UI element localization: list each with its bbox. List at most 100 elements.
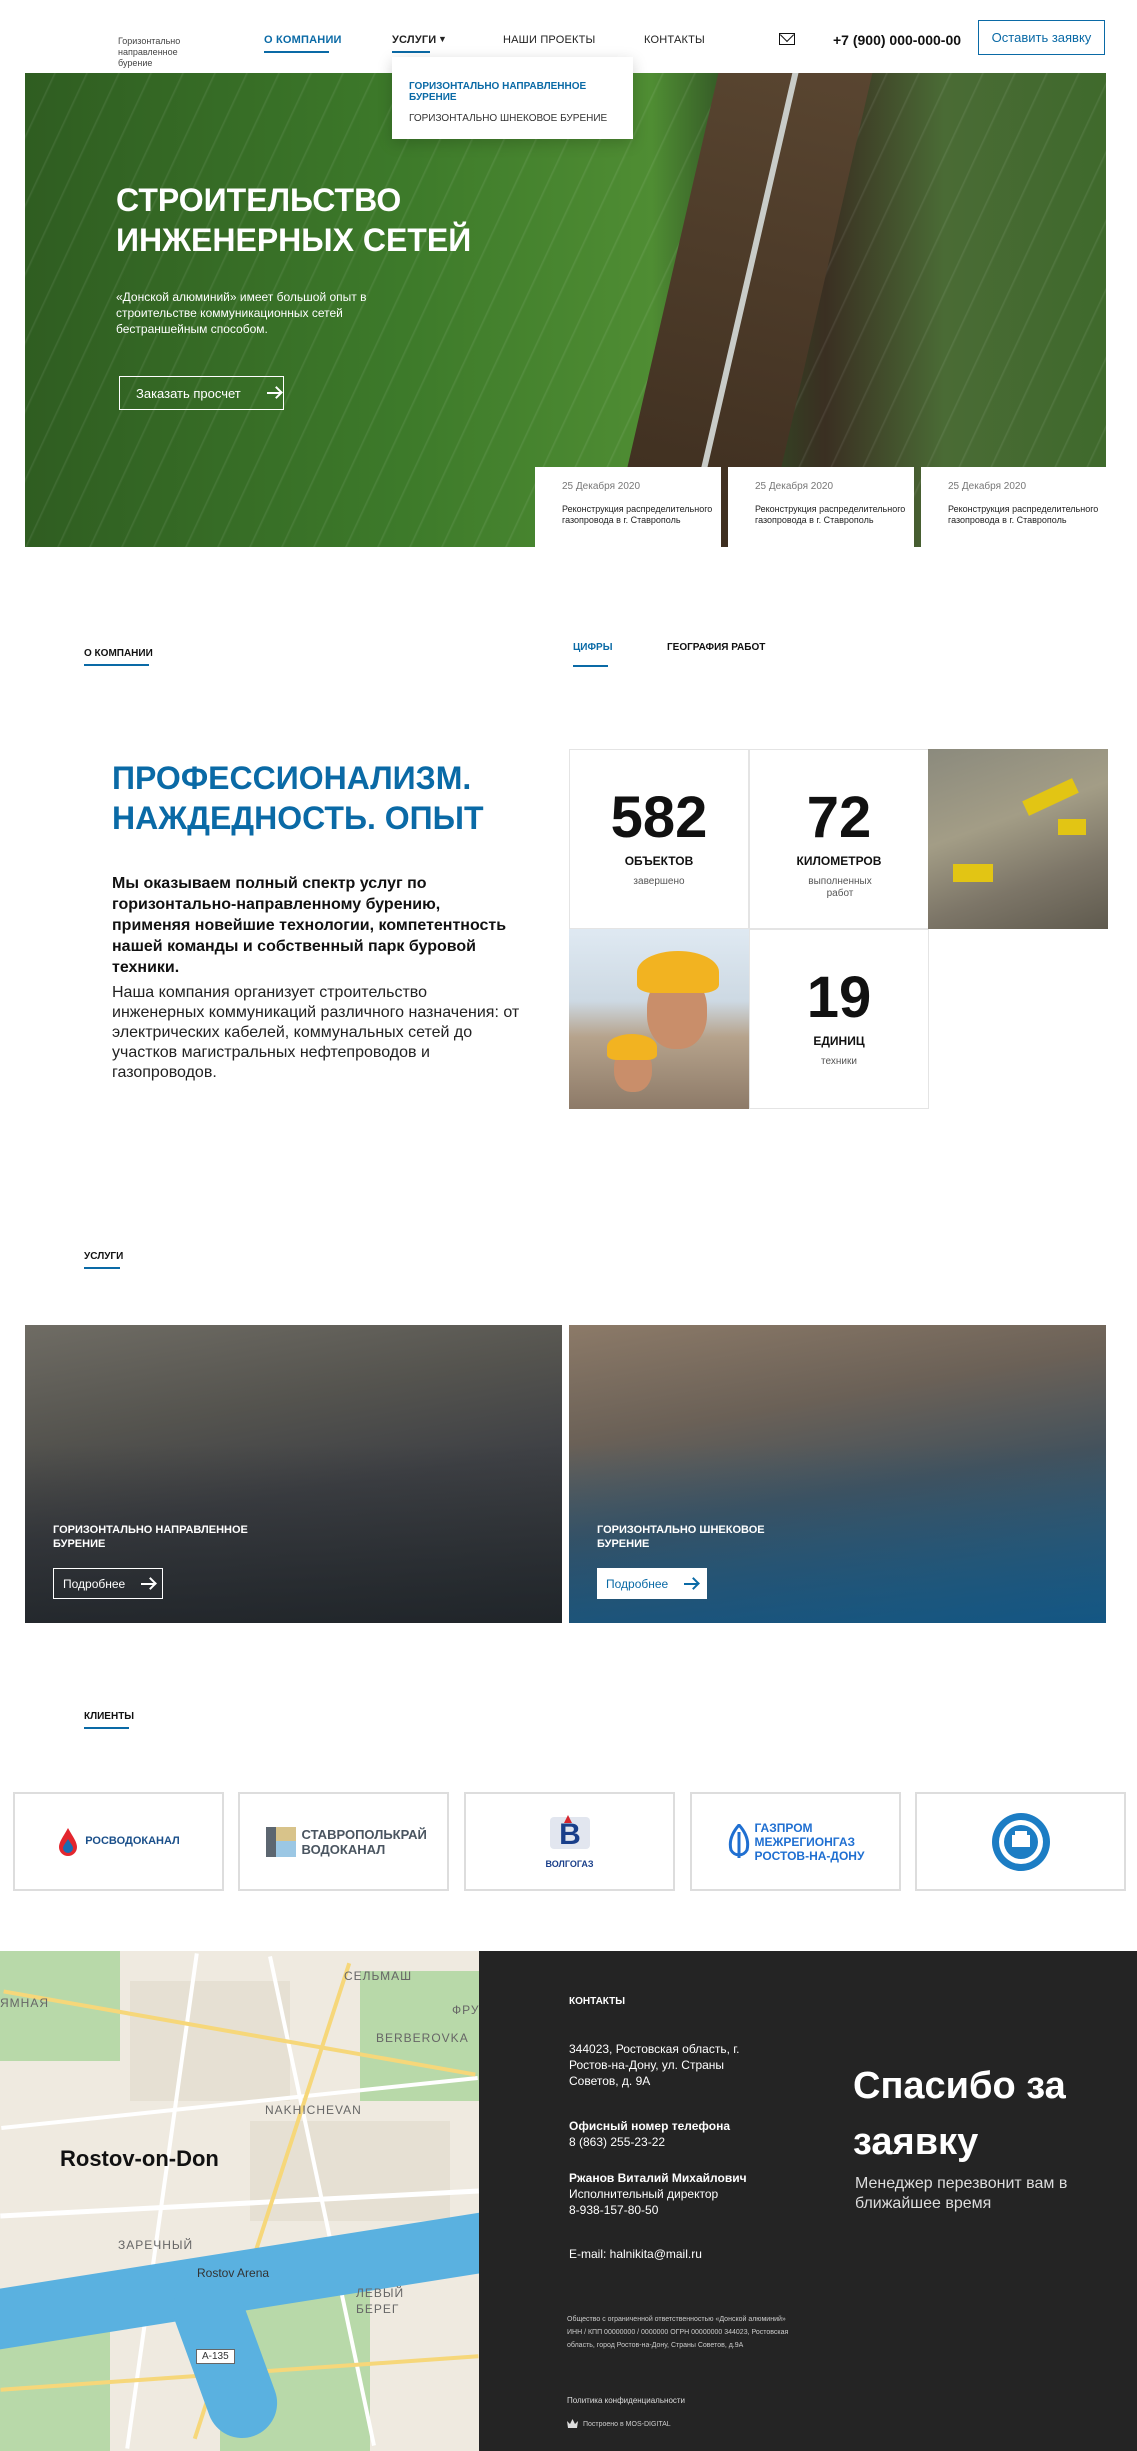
excavator-photo [928,749,1108,929]
service-card-hdd[interactable]: Горизонтально направленное бурение Подро… [25,1325,562,1623]
footer-email[interactable]: E-mail: halnikita@mail.ru [569,2247,702,2261]
excavator-arm [1022,778,1079,816]
map-label: ФРУ [452,2003,479,2017]
map-road-sign: A-135 [196,2349,235,2364]
tab-geography[interactable]: География работ [667,642,765,653]
news-card[interactable]: 25 Декабря 2020 Реконструкция распредели… [535,467,721,547]
request-button[interactable]: Оставить заявку [978,20,1105,55]
tag-underline [84,1267,120,1269]
about-heading: Профессионализм. Наждедность. Опыт [112,760,484,836]
details-label: Подробнее [63,1576,126,1591]
map-label: БЕРЕГ [356,2302,400,2316]
arrow-right-icon [684,1579,698,1589]
map-arena-label: Rostov Arena [197,2266,270,2280]
stat-desc: выполненных работ [808,876,872,899]
stat-desc: завершено [633,876,685,887]
nav-projects[interactable]: Наши проекты [503,34,595,46]
built-by-link[interactable]: Построено в MOS-DIGITAL [583,2421,671,2428]
excavator-body [953,864,993,882]
news-card[interactable]: 25 Декабря 2020 Реконструкция распредели… [921,467,1107,547]
details-button[interactable]: Подробнее [53,1568,163,1599]
nav-active-underline [264,51,329,53]
footer-address: 344023, Ростовская область, г. Ростов-на… [569,2042,740,2088]
footer-mobile[interactable]: 8-938-157-80-50 [569,2203,658,2217]
tab-figures[interactable]: Цифры [573,642,613,653]
workers-photo [569,929,749,1109]
about-section-tag: О компании [84,648,153,659]
service-title: Горизонтально шнековое бурение [597,1524,765,1550]
crown-icon [567,2419,578,2428]
news-date: 25 Декабря 2020 [948,481,1027,492]
stat-unit: Объектов [624,854,694,868]
stat-units: 19 Единиц техники [749,929,929,1109]
nav-services-underline [392,51,430,53]
order-estimate-label: Заказать просчет [136,385,241,401]
stat-unit: Единиц [813,1034,865,1048]
volgogaz-letter-icon: В [549,1814,590,1851]
map-park [0,2331,110,2451]
nav-contacts[interactable]: Контакты [644,34,705,46]
service-card-auger[interactable]: Горизонтально шнековое бурение Подробнее [569,1325,1106,1623]
map-block [130,1981,290,2101]
stat-value: 19 [806,965,872,1030]
excavator-cab [1058,819,1086,835]
client-logo-rosvodokanal[interactable]: РОСВОДОКАНАЛ [13,1792,224,1891]
mail-icon[interactable] [779,33,795,45]
location-map[interactable]: ЯМНАЯ СЕЛЬМАШ ФРУ BERBEROVKA NAKHICHEVAN… [0,1951,479,2451]
footer-legal: Общество с ограниченной ответственностью… [567,2316,789,2349]
map-city-label: Rostov-on-Don [60,2146,219,2171]
header-phone[interactable]: +7 (900) 000-000-00 [833,32,961,48]
dropdown-item-auger[interactable]: Горизонтально шнековое бурение [409,113,607,124]
volgogaz-mark: В ВОЛГОГАЗ [545,1813,594,1871]
privacy-policy-link[interactable]: Политика конфиденциальности [567,2396,685,2405]
client-logo-volgogaz[interactable]: В ВОЛГОГАЗ [464,1792,675,1891]
dropdown-item-hdd[interactable]: Горизонтально направленное бурение [409,81,633,103]
tab-active-underline [573,665,608,667]
nav-services[interactable]: Услуги [392,34,436,46]
map-label: BERBEROVKA [376,2031,469,2045]
map-label: ЗАРЕЧНЫЙ [118,2238,194,2252]
tag-underline [84,1727,129,1729]
footer-contacts-tag: Контакты [569,1996,626,2007]
about-lead-text: Мы оказываем полный спектр услуг по гори… [112,875,507,976]
about-text: Наша компания организует строительство и… [112,984,520,1081]
news-title: Реконструкция распределительного газопро… [755,504,906,525]
news-card[interactable]: 25 Декабря 2020 Реконструкция распредели… [728,467,914,547]
services-section-tag: Услуги [84,1251,124,1262]
nav-company[interactable]: О компании [264,34,342,46]
map-label: NAKHICHEVAN [265,2103,362,2117]
water-drop-icon [59,1827,78,1856]
stat-unit: Километров [796,854,882,868]
stat-value: 582 [610,785,708,850]
hero-title: Строительство инженерных сетей [116,182,472,258]
arrow-right-icon [141,1579,155,1589]
footer-person: Ржанов Виталий Михайлович [569,2171,747,2185]
order-estimate-button[interactable]: Заказать просчет [119,376,284,410]
flame-icon [728,1823,749,1858]
square-logo-icon [265,1826,296,1857]
client-logo-gazprom[interactable]: ГАЗПРОМ МЕЖРЕГИОНГАЗ РОСТОВ-НА-ДОНУ [690,1792,901,1891]
news-date: 25 Декабря 2020 [562,481,641,492]
news-title: Реконструкция распределительного газопро… [948,504,1099,525]
news-title: Реконструкция распределительного газопро… [562,504,713,525]
caret-down-icon[interactable]: ▼ [438,34,447,44]
stat-desc: техники [821,1056,857,1067]
stat-objects: 582 Объектов завершено [569,749,749,929]
client-name: РОСВОДОКАНАЛ [85,1835,180,1847]
tag-underline [84,664,149,666]
logo[interactable]: Горизонтально направленное бурение [118,36,213,69]
client-logo-stavropolkraivodokanal[interactable]: СТАВРОПОЛЬКРАЙ ВОДОКАНАЛ [238,1792,449,1891]
details-button[interactable]: Подробнее [597,1568,707,1599]
clients-section-tag: Клиенты [84,1711,135,1722]
client-name: ГАЗПРОМ МЕЖРЕГИОНГАЗ РОСТОВ-НА-ДОНУ [754,1820,865,1863]
footer-phone[interactable]: 8 (863) 255-23-22 [569,2135,665,2149]
footer-role: Исполнительный директор [569,2187,719,2201]
client-logo-emblem[interactable] [915,1792,1126,1891]
hard-hat [607,1034,657,1060]
services-dropdown: Горизонтально направленное бурение Гориз… [392,57,633,139]
arrow-right-icon [266,388,281,398]
hero-text: «Донской алюминий» имеет большой опыт в … [116,290,367,336]
news-date: 25 Декабря 2020 [755,481,834,492]
map-label: ЯМНАЯ [0,1996,49,2010]
thanks-text: Менеджер перезвонит вам в ближайшее врем… [855,2175,1068,2212]
